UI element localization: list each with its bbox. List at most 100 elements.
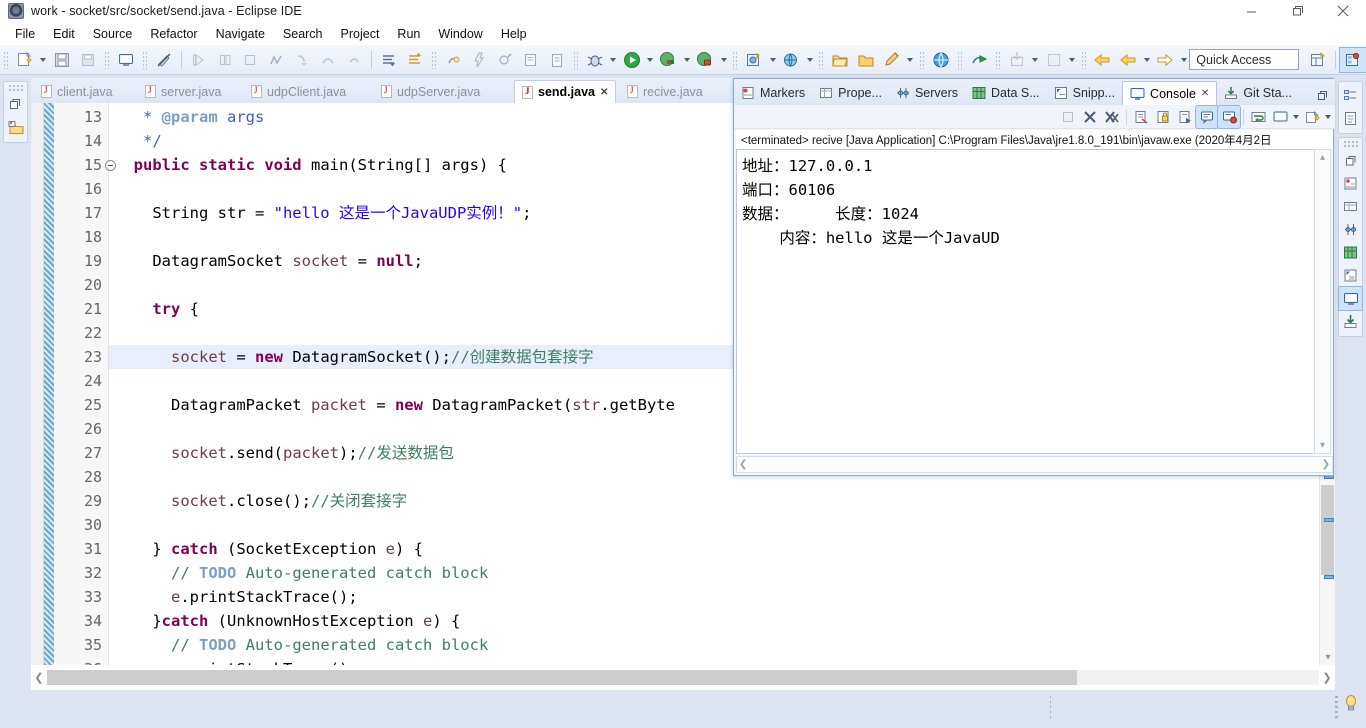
servers-view-icon[interactable] (1339, 218, 1362, 241)
toolbar-grip-7[interactable] (818, 50, 825, 69)
console-output-text[interactable]: 地址：127.0.0.1 端口：60106 数据： 长度：1024 内容：hello… (736, 149, 1313, 454)
new-java-package-dropdown-icon[interactable] (767, 48, 778, 72)
outline-icon[interactable] (1339, 84, 1362, 107)
restore-icon[interactable] (4, 93, 27, 116)
import-icon[interactable] (1005, 48, 1029, 72)
console-view-dropdown-icon[interactable] (1291, 106, 1301, 128)
step-return-icon[interactable] (342, 48, 366, 72)
task-list-icon[interactable] (1339, 107, 1362, 130)
save-icon[interactable] (50, 48, 74, 72)
display-selected-console-icon[interactable] (1195, 104, 1219, 129)
step-over-icon[interactable] (316, 48, 340, 72)
edit-dropdown-icon[interactable] (905, 48, 916, 72)
code-line[interactable]: } catch (SocketException e) { (109, 537, 1335, 561)
menu-navigate[interactable]: Navigate (207, 25, 274, 43)
editor-tab-udpclient-java[interactable]: udpClient.java (244, 80, 353, 103)
code-line[interactable]: // TODO Auto-generated catch block (109, 561, 1335, 585)
minimize-button[interactable] (1228, 0, 1274, 22)
editor-horizontal-scrollbar[interactable]: ❮ ❯ (31, 665, 1335, 690)
view-tab-properties[interactable]: Prope... (812, 81, 889, 105)
open-console-icon[interactable] (114, 48, 138, 72)
clear-console-icon[interactable] (1130, 106, 1152, 128)
editor-scroll-thumb[interactable] (1321, 485, 1334, 575)
view-tab-snippets[interactable]: Snipp... (1047, 81, 1122, 105)
editor-hscroll-track[interactable] (47, 670, 1319, 685)
toggle-mark-occurrences-icon[interactable] (152, 48, 176, 72)
forward-navigation-icon[interactable] (1153, 48, 1177, 72)
lightning-icon[interactable] (467, 48, 491, 72)
editor-tab-client-java[interactable]: client.java (34, 80, 120, 103)
open-folder-icon[interactable] (854, 48, 878, 72)
forward-dropdown-icon[interactable] (1178, 48, 1189, 72)
back-navigation-icon[interactable] (1091, 48, 1115, 72)
import-dropdown-icon[interactable] (1030, 48, 1041, 72)
run-as-dropdown-icon[interactable] (718, 48, 729, 72)
debug-dropdown-icon[interactable] (608, 48, 619, 72)
code-line[interactable]: e.printStackTrace(); (109, 657, 1335, 665)
view-tab-data-source[interactable]: Data S... (965, 81, 1047, 105)
scroll-left-arrow-icon[interactable]: ❮ (31, 671, 47, 684)
code-line[interactable] (109, 513, 1335, 537)
export-dropdown-icon[interactable] (1067, 48, 1078, 72)
data-source-explorer-icon[interactable] (1339, 241, 1362, 264)
snippets-view-icon[interactable] (1339, 264, 1362, 287)
code-line[interactable]: socket.close();//关闭套接字 (109, 489, 1335, 513)
scroll-up-arrow-icon[interactable]: ▴ (1315, 152, 1330, 163)
word-wrap-icon[interactable] (1247, 106, 1269, 128)
menu-source[interactable]: Source (84, 25, 142, 43)
console-view-icon[interactable] (1338, 286, 1363, 311)
run-icon[interactable] (620, 48, 644, 72)
stop-icon[interactable] (238, 48, 262, 72)
status-bar-dots[interactable] (1335, 695, 1338, 718)
debug-icon[interactable] (583, 48, 607, 72)
new-console-dropdown-icon[interactable] (1323, 106, 1333, 128)
menu-project[interactable]: Project (332, 25, 389, 43)
open-task-icon[interactable] (545, 48, 569, 72)
menu-edit[interactable]: Edit (44, 25, 84, 43)
external-tools-icon[interactable] (779, 48, 803, 72)
maximize-button[interactable] (1274, 0, 1320, 22)
skip-breakpoints-icon[interactable] (264, 48, 288, 72)
run-last-tool-icon[interactable] (967, 48, 991, 72)
external-tools-dropdown-icon[interactable] (804, 48, 815, 72)
scroll-down-arrow-icon[interactable]: ▾ (1320, 652, 1336, 663)
editor-tab-udpserver-java[interactable]: udpServer.java (374, 80, 487, 103)
open-type-icon[interactable] (493, 48, 517, 72)
save-all-icon[interactable] (76, 48, 100, 72)
java-ee-perspective-button[interactable] (1339, 46, 1366, 73)
close-icon[interactable]: ✕ (600, 87, 608, 98)
editor-tab-server-java[interactable]: server.java (138, 80, 228, 103)
menu-file[interactable]: File (6, 25, 44, 43)
toolbar-grip-10[interactable] (994, 50, 1001, 69)
globe-icon[interactable] (929, 48, 953, 72)
properties-view-icon[interactable] (1339, 195, 1362, 218)
right-bar-grip[interactable] (1343, 140, 1358, 147)
markers-view-icon[interactable] (1339, 172, 1362, 195)
view-tab-console[interactable]: Console ✕ (1122, 81, 1218, 105)
pin-console-icon[interactable] (1174, 106, 1196, 128)
restore-view-icon[interactable] (1339, 149, 1362, 172)
editor-tab-send-java[interactable]: send.java ✕ (514, 80, 617, 103)
last-edit-location-icon[interactable] (441, 48, 465, 72)
menu-search[interactable]: Search (274, 25, 332, 43)
remove-all-launches-icon[interactable] (1101, 106, 1123, 128)
terminate-icon[interactable] (1057, 106, 1079, 128)
toolbar-grip-4[interactable] (431, 50, 438, 69)
display-console-view-icon[interactable] (1269, 106, 1291, 128)
console-vertical-scrollbar[interactable]: ▴ ▾ (1314, 149, 1331, 454)
code-line[interactable]: e.printStackTrace(); (109, 585, 1335, 609)
code-line[interactable]: // TODO Auto-generated catch block (109, 633, 1335, 657)
back-dropdown-icon[interactable] (1141, 48, 1152, 72)
menu-window[interactable]: Window (429, 25, 491, 43)
edit-pencil-icon[interactable] (880, 48, 904, 72)
run-dropdown-icon[interactable] (645, 48, 656, 72)
new-wizard-icon[interactable] (13, 48, 37, 72)
view-tab-servers[interactable]: Servers (889, 81, 965, 105)
view-tab-markers[interactable]: Markers (734, 81, 812, 105)
run-as-server-icon[interactable] (693, 48, 717, 72)
editor-hscroll-thumb[interactable] (47, 670, 1077, 685)
pause-icon[interactable] (213, 48, 237, 72)
scroll-right-arrow-icon[interactable]: ❯ (1322, 459, 1330, 470)
menu-run[interactable]: Run (388, 25, 429, 43)
next-annotation-icon[interactable] (377, 48, 401, 72)
